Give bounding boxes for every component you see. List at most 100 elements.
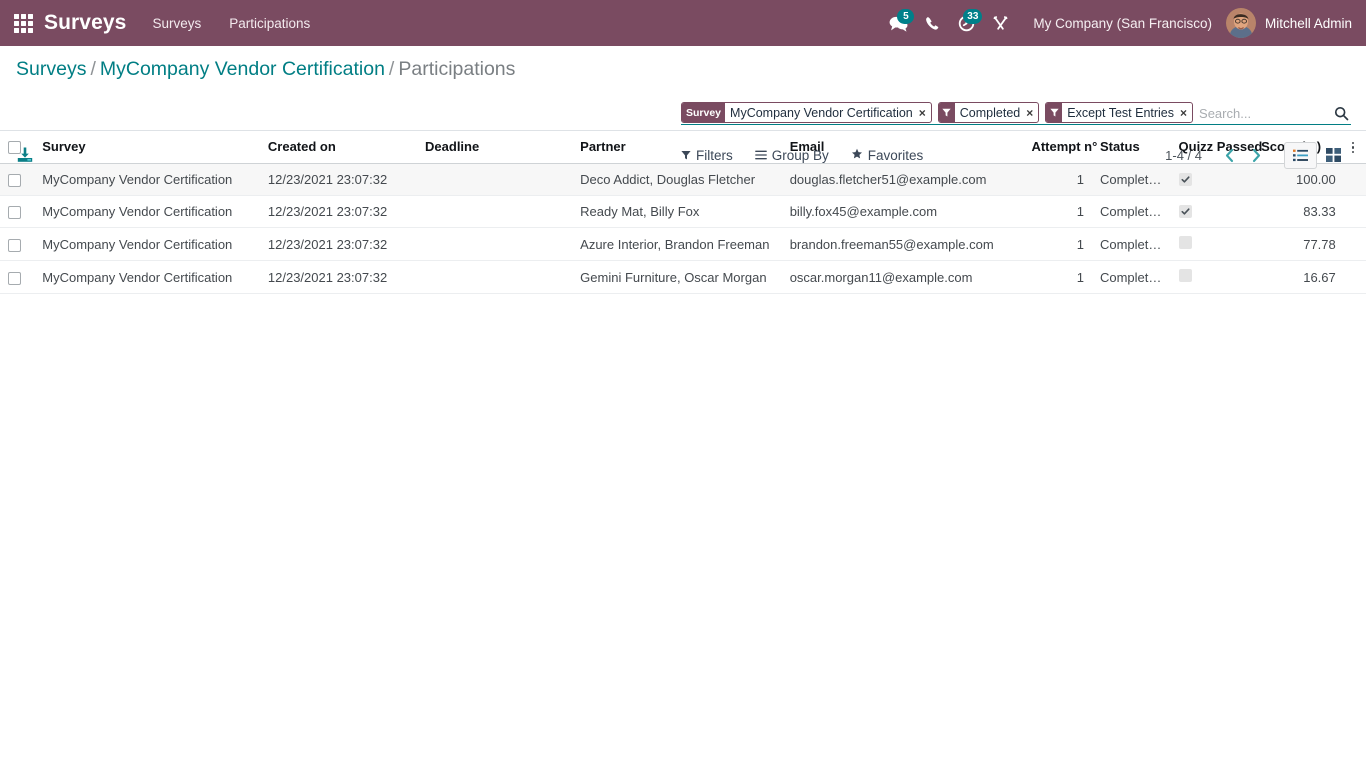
- app-brand-surveys[interactable]: Surveys: [44, 11, 126, 35]
- cell-survey: MyCompany Vendor Certification: [34, 227, 260, 262]
- facet-value-except-test-entries: Except Test Entries: [1067, 105, 1175, 120]
- facet-value-survey: MyCompany Vendor Certification: [730, 105, 913, 120]
- facet-value-completed: Completed: [959, 105, 1021, 120]
- cell-score: 16.67: [1253, 260, 1344, 295]
- breadcrumb-separator-1: /: [90, 58, 96, 80]
- quizz-passed-checkbox[interactable]: [1178, 205, 1192, 219]
- breadcrumb: Surveys / MyCompany Vendor Certification / P…: [16, 58, 515, 81]
- wrench-tools-icon[interactable]: [983, 8, 1017, 38]
- table-row[interactable]: MyCompany Vendor Certification 12/23/202…: [0, 195, 1366, 229]
- menu-item-surveys[interactable]: Surveys: [152, 16, 201, 31]
- row-checkbox[interactable]: [8, 174, 21, 188]
- table-row[interactable]: MyCompany Vendor Certification 12/23/202…: [0, 260, 1366, 295]
- funnel-icon: [681, 148, 691, 163]
- search-facet-except-test-entries[interactable]: Except Test Entries ×: [1045, 102, 1194, 123]
- chevron-left-icon[interactable]: [1216, 142, 1243, 168]
- download-export-icon[interactable]: [16, 146, 46, 164]
- facet-remove-survey[interactable]: ×: [917, 103, 931, 122]
- menu-item-participations[interactable]: Participations: [229, 16, 310, 31]
- search-dropdown-menus: Filters Group By Favorites: [681, 140, 923, 170]
- row-select-cell: [0, 227, 35, 262]
- search-facet-survey[interactable]: Survey MyCompany Vendor Certification ×: [681, 102, 932, 123]
- filter-funnel-icon: [938, 103, 955, 122]
- breadcrumb-current-participations: Participations: [398, 58, 516, 80]
- pager-count[interactable]: 1-4 / 4: [1165, 148, 1202, 163]
- cell-attempt: 1: [1023, 195, 1092, 229]
- quizz-passed-checkbox[interactable]: [1178, 173, 1192, 187]
- activities-badge: 33: [963, 9, 983, 24]
- table-body: MyCompany Vendor Certification 12/23/202…: [0, 163, 1366, 295]
- apps-menu-icon[interactable]: [10, 10, 36, 36]
- main-menu: Surveys Participations: [152, 16, 310, 31]
- star-icon: [851, 148, 863, 163]
- row-options-cell: [1343, 260, 1366, 295]
- facet-remove-except-test-entries[interactable]: ×: [1178, 103, 1192, 122]
- search-view: Survey MyCompany Vendor Certification × …: [681, 102, 1351, 125]
- breadcrumb-item-surveys[interactable]: Surveys: [16, 58, 86, 80]
- user-menu[interactable]: Mitchell Admin: [1265, 16, 1352, 31]
- filters-label: Filters: [696, 147, 733, 163]
- search-facet-completed[interactable]: Completed ×: [937, 102, 1040, 123]
- filter-funnel-icon: [1046, 103, 1063, 122]
- view-switcher: [1284, 141, 1350, 169]
- cell-deadline: [417, 227, 573, 262]
- company-selector[interactable]: My Company (San Francisco): [1033, 16, 1212, 31]
- row-checkbox[interactable]: [8, 238, 21, 252]
- facet-remove-completed[interactable]: ×: [1024, 103, 1038, 122]
- cell-quizz-passed: [1170, 260, 1254, 295]
- cell-survey: MyCompany Vendor Certification: [34, 260, 260, 295]
- quizz-passed-checkbox[interactable]: [1178, 269, 1192, 283]
- group-by-label: Group By: [771, 147, 829, 163]
- cell-attempt: 1: [1023, 227, 1092, 262]
- cell-partner: Ready Mat, Billy Fox: [572, 195, 782, 229]
- facet-label-survey: Survey: [682, 103, 726, 122]
- cell-deadline: [417, 260, 573, 295]
- control-panel: Surveys / MyCompany Vendor Certification / P…: [0, 46, 1366, 169]
- avatar[interactable]: [1225, 8, 1256, 38]
- list-view-icon[interactable]: [1284, 141, 1317, 169]
- row-checkbox[interactable]: [8, 206, 21, 220]
- quizz-passed-checkbox[interactable]: [1178, 236, 1192, 250]
- cell-created-on: 12/23/2021 23:07:32: [259, 260, 418, 295]
- cell-attempt: 1: [1023, 260, 1092, 295]
- cell-email: oscar.morgan11@example.com: [781, 260, 1024, 295]
- cell-score: 77.78: [1253, 227, 1344, 262]
- table-row[interactable]: MyCompany Vendor Certification 12/23/202…: [0, 227, 1366, 262]
- systray: 5 33 My Company (San Francisco) Mitchell…: [881, 8, 1352, 38]
- messages-icon[interactable]: 5: [881, 8, 915, 38]
- breadcrumb-separator-2: /: [388, 58, 395, 80]
- cell-status: Completed: [1091, 260, 1171, 295]
- cell-status: Completed: [1091, 227, 1171, 262]
- cell-created-on: 12/23/2021 23:07:32: [259, 195, 418, 229]
- phone-icon[interactable]: [915, 8, 949, 38]
- group-by-menu-button[interactable]: Group By: [754, 147, 829, 163]
- row-select-cell: [0, 260, 35, 295]
- top-navbar: Surveys Surveys Participations 5 33 My C…: [0, 0, 1366, 46]
- cell-score: 83.33: [1253, 195, 1344, 229]
- cell-partner: Gemini Furniture, Oscar Morgan: [572, 260, 782, 295]
- cell-survey: MyCompany Vendor Certification: [34, 195, 260, 229]
- row-options-cell: [1343, 195, 1366, 229]
- messages-badge: 5: [897, 9, 915, 24]
- cell-partner: Azure Interior, Brandon Freeman: [572, 227, 782, 262]
- cell-quizz-passed: [1170, 227, 1254, 262]
- cell-email: billy.fox45@example.com: [781, 195, 1024, 229]
- activities-clock-icon[interactable]: 33: [949, 8, 983, 38]
- row-checkbox[interactable]: [8, 271, 21, 285]
- filters-menu-button[interactable]: Filters: [681, 148, 733, 163]
- favorites-label: Favorites: [867, 147, 924, 163]
- chevron-right-icon[interactable]: [1243, 142, 1270, 168]
- cell-created-on: 12/23/2021 23:07:32: [259, 227, 418, 262]
- list-lines-icon: [754, 148, 767, 163]
- favorites-menu-button[interactable]: Favorites: [851, 147, 924, 163]
- row-select-cell: [0, 195, 35, 229]
- magnifier-icon[interactable]: [1331, 102, 1351, 124]
- cell-email: brandon.freeman55@example.com: [781, 227, 1024, 262]
- pager-and-views: 1-4 / 4: [1165, 140, 1350, 170]
- toolbar-row: Filters Group By Favorites 1-4 / 4: [0, 140, 1366, 170]
- row-options-cell: [1343, 227, 1366, 262]
- breadcrumb-item-survey-name[interactable]: MyCompany Vendor Certification: [100, 58, 385, 80]
- kanban-view-icon[interactable]: [1317, 142, 1350, 169]
- cell-status: Completed: [1091, 195, 1171, 229]
- search-input[interactable]: [1199, 102, 1332, 124]
